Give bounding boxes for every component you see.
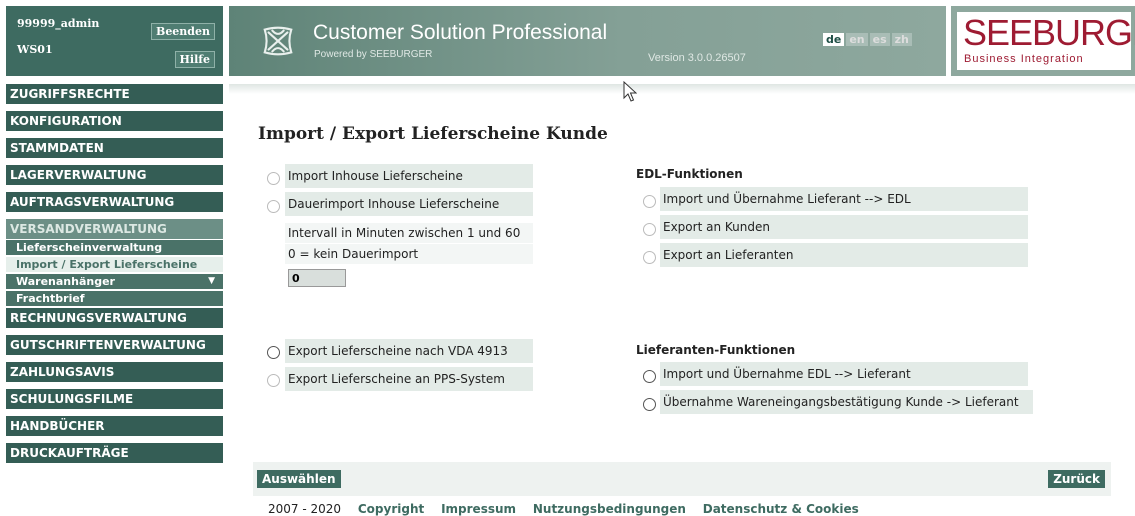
lang-en[interactable]: en	[846, 33, 868, 46]
mouse-cursor-icon	[623, 81, 637, 102]
app-logo-icon	[263, 26, 293, 56]
option-edl-export-kunden[interactable]: Export an Kunden	[660, 215, 1028, 239]
app-version: Version 3.0.0.26507	[648, 52, 746, 64]
radio-edl-export-kunden[interactable]	[643, 223, 656, 236]
radio-import-inhouse[interactable]	[267, 172, 280, 185]
help-button[interactable]: Hilfe	[174, 51, 215, 68]
footer-link-copyright[interactable]: Copyright	[358, 502, 424, 516]
logout-button[interactable]: Beenden	[151, 23, 215, 40]
sidebar-item-zahlungsavis[interactable]: ZAHLUNGSAVIS	[6, 362, 223, 382]
radio-supplier-import[interactable]	[643, 370, 656, 383]
action-bar: Auswählen Zurück	[253, 462, 1111, 496]
interval-hint: Intervall in Minuten zwischen 1 und 60	[285, 223, 533, 243]
option-export-vda[interactable]: Export Lieferscheine nach VDA 4913	[285, 339, 533, 363]
interval-hint-2: 0 = kein Dauerimport	[285, 244, 533, 264]
app-subtitle: Powered by SEEBURGER	[314, 49, 433, 60]
option-edl-import[interactable]: Import und Übernahme Lieferant --> EDL	[660, 187, 1028, 211]
client-id: WS01	[17, 43, 53, 56]
footer: 2007 - 2020 Copyright Impressum Nutzungs…	[268, 502, 872, 516]
option-edl-export-lieferanten[interactable]: Export an Lieferanten	[660, 243, 1028, 267]
radio-supplier-wareneingang[interactable]	[643, 398, 656, 411]
interval-input[interactable]	[288, 269, 346, 287]
page-title: Import / Export Lieferscheine Kunde	[258, 124, 608, 144]
radio-export-pps[interactable]	[267, 374, 280, 387]
footer-years: 2007 - 2020	[268, 502, 342, 516]
sidebar: ZUGRIFFSRECHTE KONFIGURATION STAMMDATEN …	[6, 84, 223, 470]
brand-name: SEEBURGER	[963, 12, 1135, 53]
sidebar-subitem-lieferscheinverwaltung[interactable]: Lieferscheinverwaltung	[6, 240, 223, 255]
sidebar-item-rechnungsverwaltung[interactable]: RECHNUNGSVERWALTUNG	[6, 308, 223, 328]
sidebar-subitem-import-export[interactable]: Import / Export Lieferscheine	[6, 257, 223, 272]
brand-logo: SEEBURGER Business Integration	[951, 6, 1135, 76]
sidebar-item-gutschriftenverwaltung[interactable]: GUTSCHRIFTENVERWALTUNG	[6, 335, 223, 355]
sidebar-item-handbuecher[interactable]: HANDBÜCHER	[6, 416, 223, 436]
sidebar-item-auftragsverwaltung[interactable]: AUFTRAGSVERWALTUNG	[6, 192, 223, 212]
user-panel: 99999_admin WS01 Beenden Hilfe	[6, 6, 223, 76]
supplier-heading: Lieferanten-Funktionen	[636, 343, 796, 357]
chevron-down-icon: ▼	[208, 276, 215, 286]
lang-de[interactable]: de	[823, 33, 845, 46]
app-banner: Customer Solution Professional Powered b…	[229, 6, 946, 76]
radio-export-vda[interactable]	[267, 346, 280, 359]
select-button[interactable]: Auswählen	[257, 470, 341, 488]
content-topbar	[229, 84, 1135, 94]
brand-tagline: Business Integration	[964, 53, 1084, 65]
radio-edl-import[interactable]	[643, 195, 656, 208]
lang-zh[interactable]: zh	[891, 33, 912, 46]
footer-link-nutzungsbedingungen[interactable]: Nutzungsbedingungen	[533, 502, 686, 516]
back-button[interactable]: Zurück	[1048, 470, 1105, 488]
radio-dauerimport[interactable]	[267, 200, 280, 213]
option-supplier-import[interactable]: Import und Übernahme EDL --> Lieferant	[660, 362, 1028, 386]
sidebar-item-schulungsfilme[interactable]: SCHULUNGSFILME	[6, 389, 223, 409]
sidebar-subitem-label: Warenanhänger	[16, 275, 115, 288]
sidebar-item-druckauftraege[interactable]: DRUCKAUFTRÄGE	[6, 443, 223, 463]
sidebar-item-stammdaten[interactable]: STAMMDATEN	[6, 138, 223, 158]
option-import-inhouse[interactable]: Import Inhouse Lieferscheine	[285, 164, 533, 188]
option-supplier-wareneingang[interactable]: Übernahme Wareneingangsbestätigung Kunde…	[660, 390, 1033, 414]
sidebar-item-konfiguration[interactable]: KONFIGURATION	[6, 111, 223, 131]
app-title: Customer Solution Professional	[313, 21, 608, 44]
radio-edl-export-lieferanten[interactable]	[643, 251, 656, 264]
option-export-pps[interactable]: Export Lieferscheine an PPS-System	[285, 367, 533, 391]
language-switcher: de en es zh	[823, 33, 912, 46]
sidebar-item-zugriffsrechte[interactable]: ZUGRIFFSRECHTE	[6, 84, 223, 104]
lang-es[interactable]: es	[869, 33, 890, 46]
footer-link-datenschutz[interactable]: Datenschutz & Cookies	[703, 502, 859, 516]
sidebar-item-versandverwaltung[interactable]: VERSANDVERWALTUNG	[6, 219, 223, 239]
sidebar-subitem-warenanhaenger[interactable]: Warenanhänger ▼	[6, 274, 223, 289]
edl-heading: EDL-Funktionen	[636, 167, 743, 181]
username: 99999_admin	[17, 17, 100, 30]
footer-link-impressum[interactable]: Impressum	[441, 502, 516, 516]
sidebar-subitem-frachtbrief[interactable]: Frachtbrief	[6, 291, 223, 306]
option-dauerimport[interactable]: Dauerimport Inhouse Lieferscheine	[285, 192, 533, 216]
sidebar-item-lagerverwaltung[interactable]: LAGERVERWALTUNG	[6, 165, 223, 185]
